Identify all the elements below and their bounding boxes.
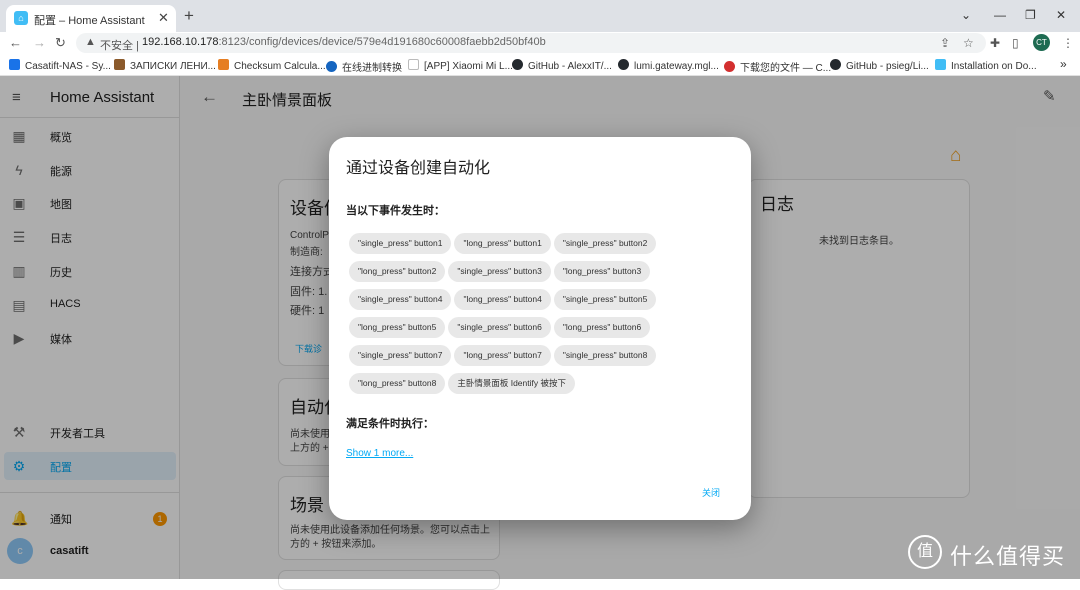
new-tab-button[interactable]: + <box>184 6 194 26</box>
github-icon <box>618 59 629 70</box>
trigger-chip[interactable]: "long_press" button5 <box>349 317 446 338</box>
watermark-logo: 值 什么值得买 <box>908 535 1070 569</box>
trigger-chip[interactable]: "single_press" button3 <box>448 261 551 282</box>
trigger-chip[interactable]: "long_press" button2 <box>349 261 446 282</box>
url-text: 192.168.10.178:8123/config/devices/devic… <box>142 36 546 48</box>
trigger-chip[interactable]: "long_press" button6 <box>553 317 651 338</box>
bookmarks-overflow-button[interactable]: » <box>1060 57 1067 71</box>
home-assistant-favicon-icon: ⌂ <box>14 11 28 25</box>
close-button[interactable]: 关闭 <box>702 486 720 499</box>
github-icon <box>512 59 523 70</box>
star-icon[interactable]: ☆ <box>963 36 974 50</box>
bookmark-item[interactable]: GitHub - psieg/Li... <box>830 59 929 72</box>
back-arrow-icon[interactable]: ← <box>9 35 22 50</box>
menu-icon[interactable]: ⋮ <box>1062 36 1074 50</box>
profile-avatar[interactable]: CT <box>1033 34 1050 51</box>
address-toolbar: ← → ↻ ▲ 不安全 | 192.168.10.178:8123/config… <box>0 32 1080 54</box>
minimize-button[interactable]: — <box>994 8 1006 22</box>
bookmark-favicon-icon <box>218 59 229 70</box>
sidepanel-icon[interactable]: ▯ <box>1012 36 1019 50</box>
insecure-label: 不安全 | <box>100 40 139 52</box>
bookmark-item[interactable]: ЗАПИСКИ ЛЕНИ... <box>114 59 216 72</box>
url-host: 192.168.10.178 <box>142 36 219 48</box>
trigger-chip[interactable]: "single_press" button8 <box>553 345 657 366</box>
extension-icon[interactable]: ✚ <box>990 36 1000 50</box>
bookmark-favicon-icon <box>326 61 337 72</box>
trigger-chip[interactable]: "single_press" button7 <box>349 345 452 366</box>
reload-icon[interactable]: ↻ <box>55 35 66 51</box>
trigger-chip[interactable]: "single_press" button5 <box>553 289 657 310</box>
create-automation-dialog: 通过设备创建自动化 当以下事件发生时： "single_press" butto… <box>329 137 751 520</box>
bookmark-item[interactable]: 在线进制转换 <box>326 59 402 74</box>
url-bar[interactable]: ▲ 不安全 | 192.168.10.178:8123/config/devic… <box>76 33 986 53</box>
trigger-chip[interactable]: "single_press" button6 <box>448 317 551 338</box>
trigger-chip[interactable]: "long_press" button3 <box>553 261 651 282</box>
bookmark-favicon-icon <box>408 59 419 70</box>
forward-arrow-icon[interactable]: → <box>33 35 46 50</box>
watermark-text: 什么值得买 <box>950 544 1066 569</box>
trigger-chip[interactable]: 主卧情景面板 Identify 被按下 <box>448 373 575 394</box>
warning-icon: ▲ <box>85 36 96 48</box>
bookmark-favicon-icon <box>724 61 735 72</box>
bookmark-item[interactable]: GitHub - AlexxIT/... <box>512 59 612 72</box>
bookmark-item[interactable]: Casatift-NAS - Sy... <box>9 59 111 72</box>
dialog-title: 通过设备创建自动化 <box>346 160 491 177</box>
browser-tab[interactable]: ⌂ 配置 – Home Assistant ✕ <box>6 5 176 32</box>
bookmark-favicon-icon <box>9 59 20 70</box>
trigger-chip[interactable]: "long_press" button7 <box>454 345 551 366</box>
show-more-link[interactable]: Show 1 more... <box>346 448 413 459</box>
trigger-chip[interactable]: "long_press" button1 <box>454 233 551 254</box>
bookmark-item[interactable]: Installation on Do... <box>935 59 1037 72</box>
maximize-button[interactable]: ❐ <box>1025 8 1036 22</box>
trigger-chip[interactable]: "single_press" button2 <box>553 233 657 254</box>
url-path: :8123/config/devices/device/579e4d191680… <box>218 36 546 48</box>
bookmark-favicon-icon <box>114 59 125 70</box>
trigger-chip[interactable]: "long_press" button8 <box>349 373 446 394</box>
bookmark-item[interactable]: 下载您的文件 — C... <box>724 59 831 74</box>
tab-title: 配置 – Home Assistant <box>34 15 145 27</box>
bookmark-item[interactable]: [APP] Xiaomi Mi L... <box>408 59 513 72</box>
tab-search-icon[interactable]: ⌄ <box>961 8 971 22</box>
trigger-chip-list: "single_press" button1 "long_press" butto… <box>349 233 739 401</box>
github-icon <box>830 59 841 70</box>
browser-tab-strip: ⌂ 配置 – Home Assistant ✕ + ⌄ — ❐ ✕ <box>0 0 1080 32</box>
trigger-chip[interactable]: "single_press" button4 <box>349 289 452 310</box>
trigger-chip[interactable]: "single_press" button1 <box>349 233 452 254</box>
tab-close-icon[interactable]: ✕ <box>158 10 169 26</box>
bookmarks-bar: Casatift-NAS - Sy... ЗАПИСКИ ЛЕНИ... Che… <box>0 54 1080 76</box>
trigger-section-label: 当以下事件发生时： <box>346 205 445 217</box>
bookmark-item[interactable]: lumi.gateway.mgl... <box>618 59 719 72</box>
bookmark-item[interactable]: Checksum Calcula... <box>218 59 326 72</box>
close-window-button[interactable]: ✕ <box>1056 8 1066 22</box>
bookmark-favicon-icon <box>935 59 946 70</box>
action-section-label: 满足条件时执行： <box>346 418 434 430</box>
share-icon[interactable]: ⇪ <box>940 36 950 50</box>
trigger-chip[interactable]: "long_press" button4 <box>454 289 551 310</box>
watermark-icon: 值 <box>908 535 942 569</box>
